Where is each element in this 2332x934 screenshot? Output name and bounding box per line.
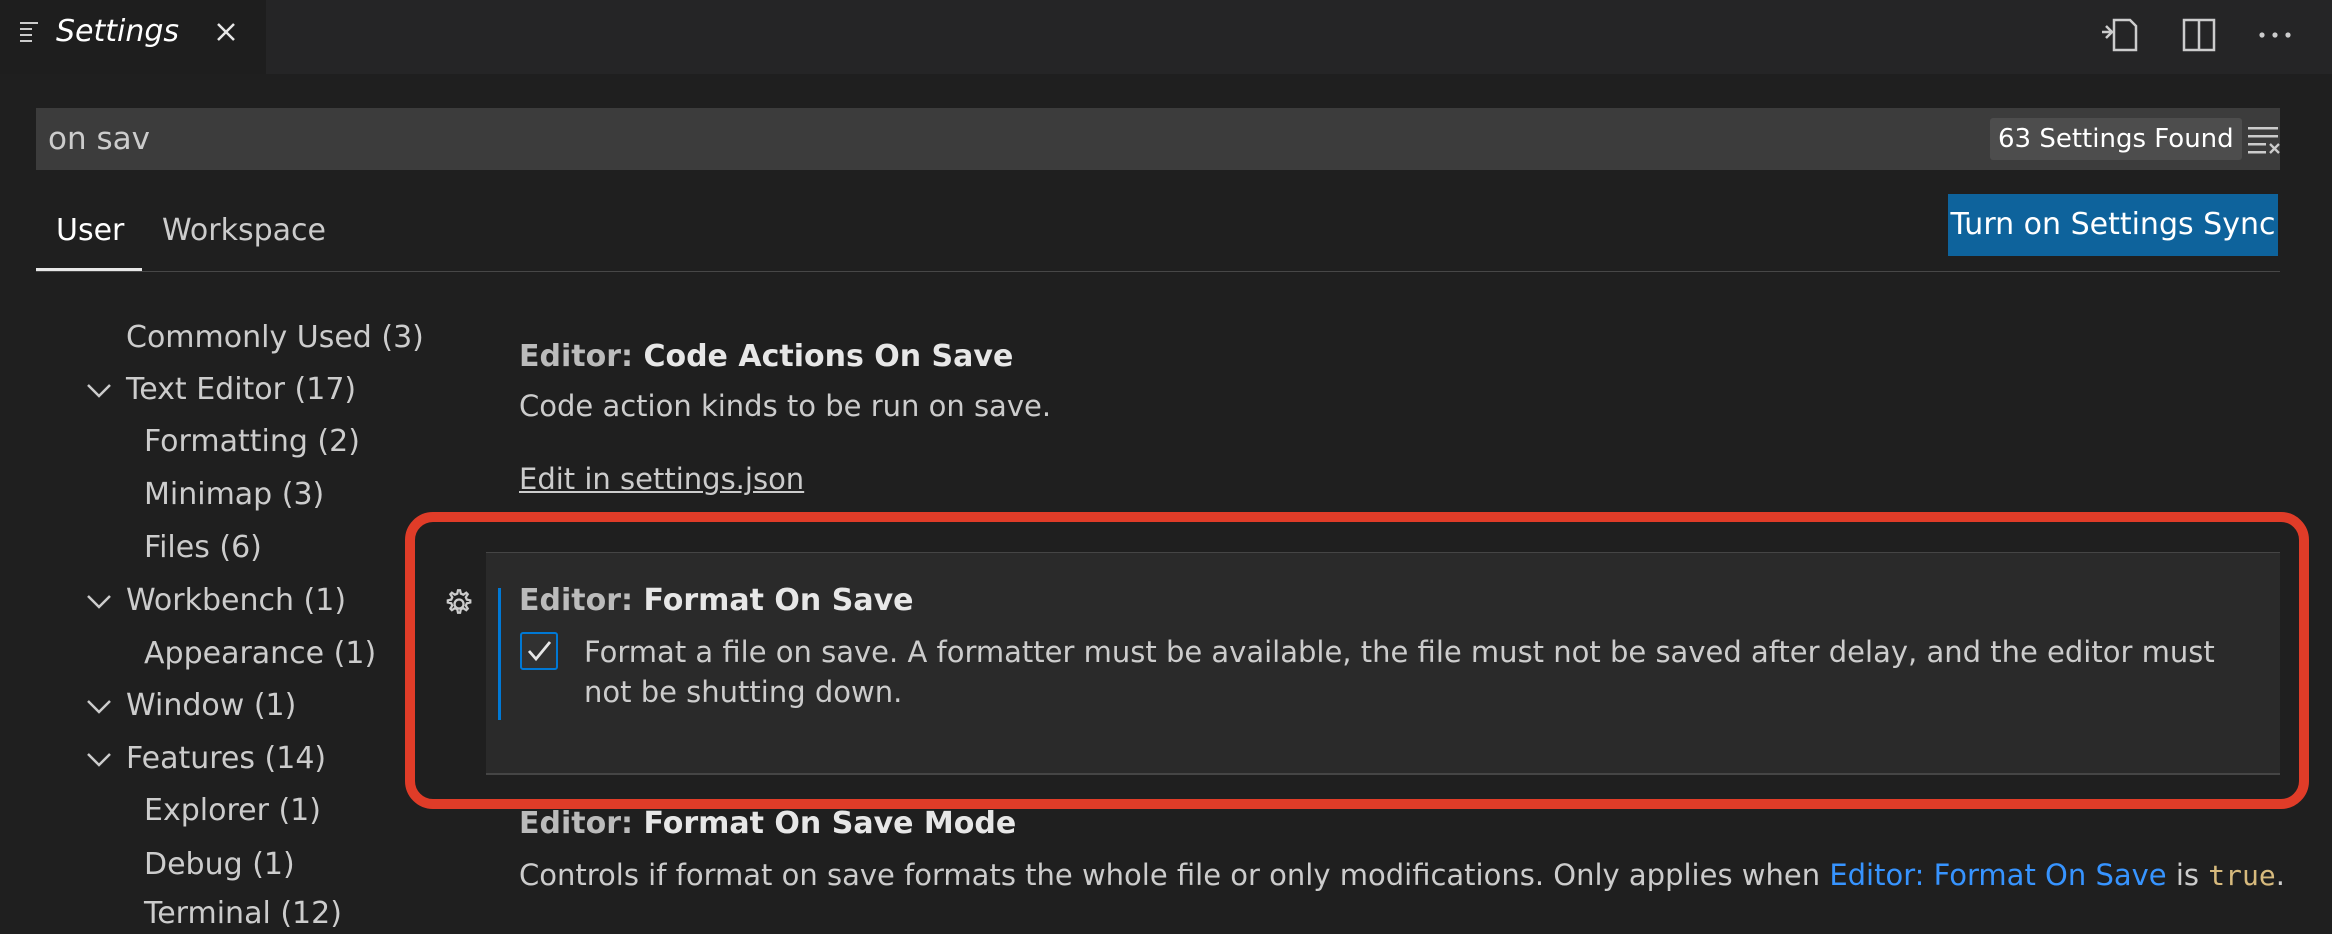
- highlight-annotation: [405, 512, 2309, 809]
- setting-name: Code Actions On Save: [643, 339, 1014, 374]
- toc-item-debug[interactable]: Debug (1): [144, 845, 295, 885]
- chevron-down-icon[interactable]: [86, 382, 112, 398]
- setting-category: Editor:: [519, 339, 644, 374]
- toc-item-window[interactable]: Window (1): [126, 686, 296, 726]
- description-text: Controls if format on save formats the w…: [519, 858, 1830, 892]
- setting-category: Editor:: [519, 806, 644, 841]
- settings-count-badge: 63 Settings Found: [1990, 118, 2242, 160]
- edit-in-settings-json-link[interactable]: Edit in settings.json: [519, 459, 804, 499]
- toc-item-text-editor[interactable]: Text Editor (17): [126, 370, 356, 410]
- toc-item-terminal[interactable]: Terminal (12): [144, 894, 342, 934]
- code-value: true: [2208, 859, 2276, 892]
- open-settings-json-icon[interactable]: [2100, 12, 2146, 58]
- settings-tab[interactable]: Settings: [0, 0, 266, 74]
- setting-name: Format On Save Mode: [643, 806, 1017, 841]
- tab-user[interactable]: User: [56, 206, 124, 256]
- toc-item-minimap[interactable]: Minimap (3): [144, 475, 324, 515]
- turn-on-settings-sync-button[interactable]: Turn on Settings Sync: [1948, 194, 2278, 256]
- description-text: .: [2275, 858, 2285, 892]
- more-actions-icon[interactable]: [2252, 12, 2298, 58]
- toc-item-files[interactable]: Files (6): [144, 528, 262, 568]
- split-editor-icon[interactable]: [2176, 12, 2222, 58]
- chevron-down-icon[interactable]: [86, 698, 112, 714]
- active-tab-indicator: [36, 268, 142, 271]
- description-text: is: [2166, 858, 2209, 892]
- setting-description: Controls if format on save formats the w…: [519, 855, 2285, 896]
- tab-workspace[interactable]: Workspace: [162, 206, 326, 256]
- settings-search: 63 Settings Found: [36, 108, 2280, 170]
- settings-list-icon: [20, 22, 38, 42]
- chevron-down-icon[interactable]: [86, 593, 112, 609]
- search-input[interactable]: [48, 108, 1548, 170]
- format-on-save-link[interactable]: Editor: Format On Save: [1829, 858, 2166, 892]
- toc-item-appearance[interactable]: Appearance (1): [144, 634, 376, 674]
- toc-item-explorer[interactable]: Explorer (1): [144, 791, 321, 831]
- toc-item-commonly-used[interactable]: Commonly Used (3): [126, 318, 424, 358]
- setting-description: Code action kinds to be run on save.: [519, 389, 1052, 423]
- toc-item-features[interactable]: Features (14): [126, 739, 326, 779]
- editor-tab-bar: [0, 0, 2332, 74]
- toc-item-workbench[interactable]: Workbench (1): [126, 581, 346, 621]
- scope-divider: [36, 271, 2280, 272]
- chevron-down-icon[interactable]: [86, 751, 112, 767]
- clear-filter-icon[interactable]: [2246, 122, 2282, 156]
- tab-title: Settings: [56, 14, 180, 49]
- toc-item-formatting[interactable]: Formatting (2): [144, 422, 360, 462]
- setting-title: Editor: Code Actions On Save: [519, 337, 1013, 377]
- setting-title: Editor: Format On Save Mode: [519, 804, 1016, 844]
- close-icon[interactable]: [210, 16, 242, 48]
